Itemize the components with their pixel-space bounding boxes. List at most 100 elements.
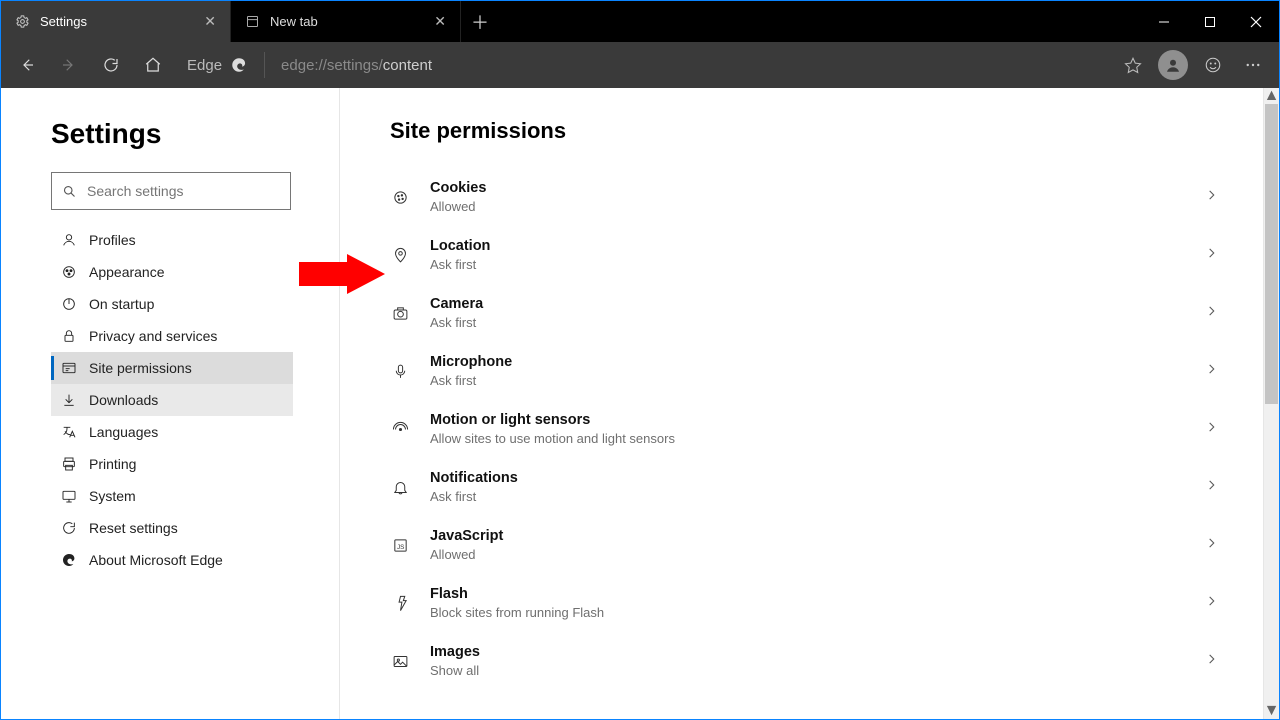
sidebar-item-label: On startup	[89, 296, 154, 312]
flash-icon	[392, 595, 409, 612]
sidebar-item-label: Privacy and services	[89, 328, 217, 344]
appearance-icon	[61, 264, 77, 280]
scroll-up-icon[interactable]: ▲	[1264, 88, 1279, 104]
scroll-down-icon[interactable]: ▼	[1264, 703, 1279, 719]
sidebar-item-label: Profiles	[89, 232, 136, 248]
close-icon[interactable]: ✕	[434, 13, 446, 30]
chevron-right-icon	[1205, 652, 1219, 671]
profile-button[interactable]	[1155, 47, 1191, 83]
tab-settings[interactable]: Settings ✕	[1, 1, 231, 42]
refresh-button[interactable]	[93, 47, 129, 83]
search-input-field[interactable]	[87, 183, 280, 199]
feedback-button[interactable]	[1195, 47, 1231, 83]
sidebar-heading: Settings	[51, 118, 339, 150]
sidebar-item-on-startup[interactable]: On startup	[51, 288, 293, 320]
forward-button[interactable]	[51, 47, 87, 83]
settings-sidebar: Settings Profiles Appearance On startup Pri…	[1, 88, 340, 719]
permission-subtitle: Ask first	[430, 315, 1185, 330]
sidebar-item-downloads[interactable]: Downloads	[51, 384, 293, 416]
sidebar-item-reset-settings[interactable]: Reset settings	[51, 512, 293, 544]
permission-subtitle: Allow sites to use motion and light sens…	[430, 431, 1185, 446]
chevron-right-icon	[1205, 478, 1219, 497]
permission-title: JavaScript	[430, 528, 1185, 544]
address-bar[interactable]: edge://settings/content	[281, 57, 1101, 74]
favorite-button[interactable]	[1115, 47, 1151, 83]
tab-newtab[interactable]: New tab ✕	[231, 1, 461, 42]
sidebar-item-label: Appearance	[89, 264, 165, 280]
permission-row-flash[interactable]: Flash Block sites from running Flash	[390, 574, 1219, 632]
edge-identity: Edge	[187, 56, 248, 74]
annotation-arrow	[299, 254, 385, 294]
url-prefix: edge://settings/	[281, 57, 383, 74]
motion-icon	[392, 421, 409, 438]
sidebar-item-profiles[interactable]: Profiles	[51, 224, 293, 256]
settings-nav: Profiles Appearance On startup Privacy and …	[51, 224, 293, 576]
chevron-right-icon	[1205, 304, 1219, 323]
close-window-button[interactable]	[1233, 1, 1279, 42]
page-icon	[245, 14, 260, 29]
maximize-button[interactable]	[1187, 1, 1233, 42]
minimize-button[interactable]	[1141, 1, 1187, 42]
page-title: Site permissions	[390, 118, 1219, 144]
scroll-thumb[interactable]	[1265, 104, 1278, 404]
system-icon	[61, 488, 77, 504]
url-path: content	[383, 57, 432, 74]
cookie-icon	[392, 189, 409, 206]
permission-row-location[interactable]: LocationAsk first	[390, 226, 1219, 284]
lang-icon	[61, 424, 77, 440]
bell-icon	[392, 479, 409, 496]
reset-icon	[61, 520, 77, 536]
permission-title: Notifications	[430, 470, 1185, 486]
titlebar: Settings ✕ New tab ✕ ＋	[1, 1, 1279, 42]
sidebar-item-label: System	[89, 488, 136, 504]
permission-row-javascript[interactable]: JavaScript Allowed	[390, 516, 1219, 574]
home-button[interactable]	[135, 47, 171, 83]
close-icon[interactable]: ✕	[204, 13, 216, 30]
edge-icon	[61, 552, 77, 568]
permission-row-camera[interactable]: Camera Ask first	[390, 284, 1219, 342]
permission-title: Location	[430, 238, 1185, 254]
back-button[interactable]	[9, 47, 45, 83]
permission-row-notifications[interactable]: NotificationsAsk first	[390, 458, 1219, 516]
permission-row-motion-or-light-sensors[interactable]: Motion or light sensors Allow sites to us…	[390, 400, 1219, 458]
permission-title: Motion or light sensors	[430, 412, 1185, 428]
sidebar-item-languages[interactable]: Languages	[51, 416, 293, 448]
sidebar-item-about-microsoft-edge[interactable]: About Microsoft Edge	[51, 544, 293, 576]
permissions-list: Cookies Allowed LocationAsk first Camera Ask…	[390, 168, 1219, 690]
menu-button[interactable]	[1235, 47, 1271, 83]
power-icon	[61, 296, 77, 312]
sidebar-item-label: About Microsoft Edge	[89, 552, 223, 568]
sidebar-item-appearance[interactable]: Appearance	[51, 256, 293, 288]
edge-icon	[230, 56, 248, 74]
sidebar-item-label: Languages	[89, 424, 158, 440]
permission-title: Flash	[430, 586, 1185, 602]
site-icon	[61, 360, 77, 376]
sidebar-item-label: Printing	[89, 456, 136, 472]
sidebar-item-privacy-and-services[interactable]: Privacy and services	[51, 320, 293, 352]
sidebar-item-site-permissions[interactable]: Site permissions	[51, 352, 293, 384]
vertical-scrollbar[interactable]: ▲ ▼	[1263, 88, 1279, 719]
permission-subtitle: Allowed	[430, 199, 1185, 214]
permission-row-microphone[interactable]: MicrophoneAsk first	[390, 342, 1219, 400]
permission-title: Camera	[430, 296, 1185, 312]
download-icon	[61, 392, 77, 408]
tab-title: Settings	[40, 14, 194, 29]
person-icon	[61, 232, 77, 248]
new-tab-button[interactable]: ＋	[461, 1, 499, 42]
chevron-right-icon	[1205, 188, 1219, 207]
search-settings-input[interactable]	[51, 172, 291, 210]
permission-title: Microphone	[430, 354, 1185, 370]
permission-row-cookies[interactable]: Cookies Allowed	[390, 168, 1219, 226]
permission-subtitle: Show all	[430, 663, 1185, 678]
permission-subtitle: Allowed	[430, 547, 1185, 562]
edge-label-text: Edge	[187, 57, 222, 74]
sidebar-item-printing[interactable]: Printing	[51, 448, 293, 480]
permission-subtitle: Block sites from running Flash	[430, 605, 1185, 620]
lock-icon	[61, 328, 77, 344]
permission-title: Cookies	[430, 180, 1185, 196]
chevron-right-icon	[1205, 246, 1219, 265]
permission-row-images[interactable]: ImagesShow all	[390, 632, 1219, 690]
chevron-right-icon	[1205, 420, 1219, 439]
sidebar-item-label: Site permissions	[89, 360, 192, 376]
sidebar-item-system[interactable]: System	[51, 480, 293, 512]
